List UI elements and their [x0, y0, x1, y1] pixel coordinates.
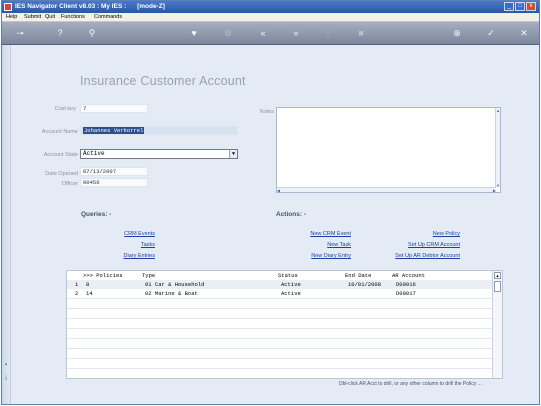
key-icon[interactable]: ⊸	[10, 28, 30, 39]
help-icon[interactable]: ?	[54, 28, 66, 39]
notes-horizontal-scrollbar[interactable]: ◀ ▶	[277, 187, 496, 193]
grid-row-line	[67, 298, 492, 299]
content-area: ▪ i Insurance Customer Account Cust key …	[2, 45, 539, 404]
status-cell[interactable]: Active	[281, 290, 301, 297]
rewind-icon[interactable]: «	[257, 28, 269, 39]
account-state-value: Active	[83, 150, 105, 157]
tasks-link[interactable]: Tasks	[141, 242, 155, 248]
table-row[interactable]: 2 14 02 Marine & Boat Active D00017	[67, 289, 492, 298]
policies-grid: >>> Policies Type Status End Date AR Acc…	[66, 270, 503, 379]
account-name-label: Account Name	[41, 129, 78, 135]
cust-key-field[interactable]: 7	[80, 104, 148, 113]
menu-submit[interactable]: Submit	[24, 14, 41, 20]
new-diary-entry-link[interactable]: New Diary Entry	[311, 253, 351, 259]
col-type[interactable]: Type	[142, 272, 155, 279]
table-row[interactable]: 1 8 01 Car & Household Active 10/01/2008…	[67, 280, 492, 289]
search-icon[interactable]: ⚲	[86, 28, 98, 39]
account-state-label: Account State	[43, 152, 78, 158]
scroll-down-icon[interactable]: ▼	[496, 183, 500, 188]
grid-header: >>> Policies Type Status End Date AR Acc…	[67, 271, 492, 280]
end-date-cell[interactable]: 10/01/2008	[348, 281, 381, 288]
grid-row-line	[67, 308, 492, 309]
type-cell[interactable]: 02 Marine & Boat	[145, 290, 198, 297]
type-cell[interactable]: 01 Car & Household	[145, 281, 204, 288]
policy-cell[interactable]: 8	[86, 281, 89, 288]
stop-icon[interactable]: ■	[355, 28, 367, 39]
policy-cell[interactable]: 14	[86, 290, 93, 297]
grid-row-line	[67, 318, 492, 319]
grid-row-line	[67, 358, 492, 359]
account-state-select[interactable]: Active ▼	[80, 149, 238, 159]
status-hint: Dbl-click AR Acct to drill, or any other…	[339, 381, 482, 387]
status-cell[interactable]: Active	[281, 281, 301, 288]
date-opened-field[interactable]: 07/13/2007	[80, 167, 148, 176]
list-icon[interactable]: ⋮	[322, 28, 334, 39]
cust-key-label: Cust key	[54, 106, 76, 112]
maximize-button[interactable]: □	[515, 2, 525, 11]
page-title: Insurance Customer Account	[80, 74, 246, 88]
title-bar[interactable]: IES Navigator Client v8.03 : My IES : [m…	[2, 1, 539, 13]
officer-label: Officer	[61, 181, 78, 187]
col-ar-account[interactable]: AR Account	[392, 272, 425, 279]
info-side-icon[interactable]: i	[3, 376, 9, 382]
scroll-thumb[interactable]	[494, 281, 501, 292]
add-icon[interactable]: ⊕	[451, 28, 463, 39]
toolbar: ⊸ ? ⚲ ♥ ⊘ « » ⋮ ■ ⊕ ✓ ✕	[2, 22, 539, 45]
grid-row-line	[67, 368, 492, 369]
row-number: 1	[75, 281, 79, 288]
minimize-button[interactable]: _	[504, 2, 514, 11]
app-icon	[4, 3, 12, 11]
grid-row-line	[67, 338, 492, 339]
col-policies[interactable]: >>> Policies	[83, 272, 123, 279]
forward-icon[interactable]: »	[290, 28, 302, 39]
scroll-up-icon[interactable]: ▲	[494, 272, 501, 279]
col-status[interactable]: Status	[278, 272, 298, 279]
menu-help[interactable]: Help	[6, 14, 17, 20]
attach-icon[interactable]: ⊘	[222, 28, 234, 39]
notes-label: Notes	[259, 109, 274, 115]
account-name-field[interactable]: Johannes Verkorrel	[80, 126, 238, 135]
account-name-value: Johannes Verkorrel	[83, 127, 145, 134]
heart-icon[interactable]: ♥	[188, 28, 200, 39]
grid-row-line	[67, 328, 492, 329]
set-up-crm-account-link[interactable]: Set Up CRM Account	[408, 242, 460, 248]
menu-bar: Help Submit Quit Functions Commands	[2, 13, 539, 22]
menu-functions[interactable]: Functions	[61, 14, 85, 20]
menu-commands[interactable]: Commands	[94, 14, 122, 20]
left-sidebar: ▪ i	[2, 45, 11, 404]
new-policy-link[interactable]: New Policy	[433, 231, 460, 237]
new-task-link[interactable]: New Task	[327, 242, 351, 248]
close-button[interactable]: x	[526, 2, 536, 11]
grid-scrollbar[interactable]: ▲	[492, 271, 502, 378]
col-end-date[interactable]: End Date	[345, 272, 371, 279]
date-opened-label: Date Opened	[45, 171, 78, 177]
grid-row-line	[67, 348, 492, 349]
new-crm-event-link[interactable]: New CRM Event	[310, 231, 351, 237]
nav-side-icon[interactable]: ▪	[3, 362, 9, 368]
notes-textarea[interactable]: ▲ ▼ ◀ ▶	[276, 107, 501, 193]
menu-quit[interactable]: Quit	[45, 14, 55, 20]
set-up-ar-debtor-account-link[interactable]: Set Up AR Debtor Account	[395, 253, 460, 259]
crm-events-link[interactable]: CRM Events	[124, 231, 155, 237]
cancel-icon[interactable]: ✕	[518, 28, 530, 39]
ar-account-cell[interactable]: D00017	[396, 290, 416, 297]
diary-entries-link[interactable]: Diary Entries	[124, 253, 155, 259]
row-number: 2	[75, 290, 79, 297]
ok-icon[interactable]: ✓	[485, 28, 497, 39]
window-title: IES Navigator Client v8.03 : My IES : [m…	[15, 3, 165, 10]
scroll-left-icon[interactable]: ◀	[277, 188, 280, 193]
scroll-up-icon[interactable]: ▲	[496, 108, 500, 113]
actions-heading: Actions: -	[276, 211, 306, 218]
queries-heading: Queries: -	[81, 211, 112, 218]
scroll-right-icon[interactable]: ▶	[493, 188, 496, 193]
officer-field[interactable]: 00456	[80, 178, 148, 187]
notes-vertical-scrollbar[interactable]: ▲ ▼	[495, 108, 500, 188]
chevron-down-icon[interactable]: ▼	[229, 150, 237, 158]
app-window: IES Navigator Client v8.03 : My IES : [m…	[1, 0, 540, 405]
ar-account-cell[interactable]: D00016	[396, 281, 416, 288]
